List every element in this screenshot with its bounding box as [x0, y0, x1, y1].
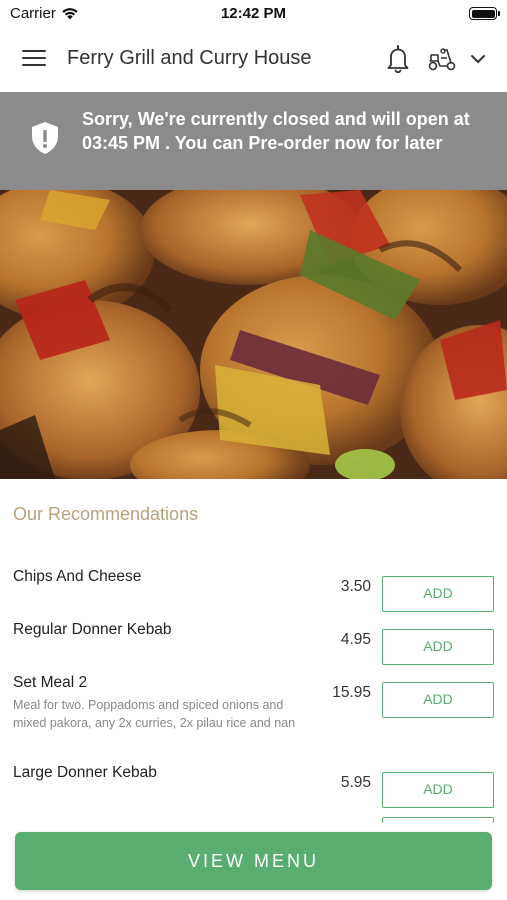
add-button[interactable]: ADD [382, 629, 494, 665]
add-button[interactable]: ADD [382, 576, 494, 612]
closed-message: Sorry, We're currently closed and will o… [82, 109, 470, 153]
closed-banner: Sorry, We're currently closed and will o… [0, 92, 507, 190]
menu-icon[interactable] [22, 50, 46, 68]
recommendations-title: Our Recommendations [13, 504, 199, 524]
item-price: 15.95 [332, 684, 371, 701]
scooter-icon[interactable] [427, 46, 457, 72]
chevron-down-icon[interactable] [470, 52, 486, 66]
status-bar: Carrier 12:42 PM [0, 0, 507, 28]
view-menu-button[interactable]: VIEW MENU [15, 832, 492, 890]
item-price: 4.95 [340, 631, 371, 648]
item-name: Regular Donner Kebab [13, 621, 172, 638]
item-name: Set Meal 2 [13, 674, 88, 691]
item-name: Large Donner Kebab [13, 764, 157, 781]
item-description: Meal for two. Poppadoms and spiced onion… [13, 698, 296, 730]
hero-food-image [0, 190, 507, 479]
item-name: Chips And Cheese [13, 568, 142, 585]
add-button[interactable]: ADD [382, 682, 494, 718]
shield-exclamation-icon [32, 122, 58, 154]
battery-icon [469, 7, 500, 20]
add-button[interactable] [382, 817, 494, 823]
restaurant-title: Ferry Grill and Curry House [67, 47, 312, 69]
recommendations-list: Chips And Cheese 3.50 ADD Regular Donner… [0, 560, 507, 823]
add-button[interactable]: ADD [382, 772, 494, 808]
item-price: 3.50 [340, 578, 371, 595]
item-price: 5.95 [340, 774, 371, 791]
bell-icon[interactable] [385, 44, 411, 74]
status-time: 12:42 PM [220, 5, 287, 22]
app-header: Ferry Grill and Curry House [0, 28, 507, 92]
